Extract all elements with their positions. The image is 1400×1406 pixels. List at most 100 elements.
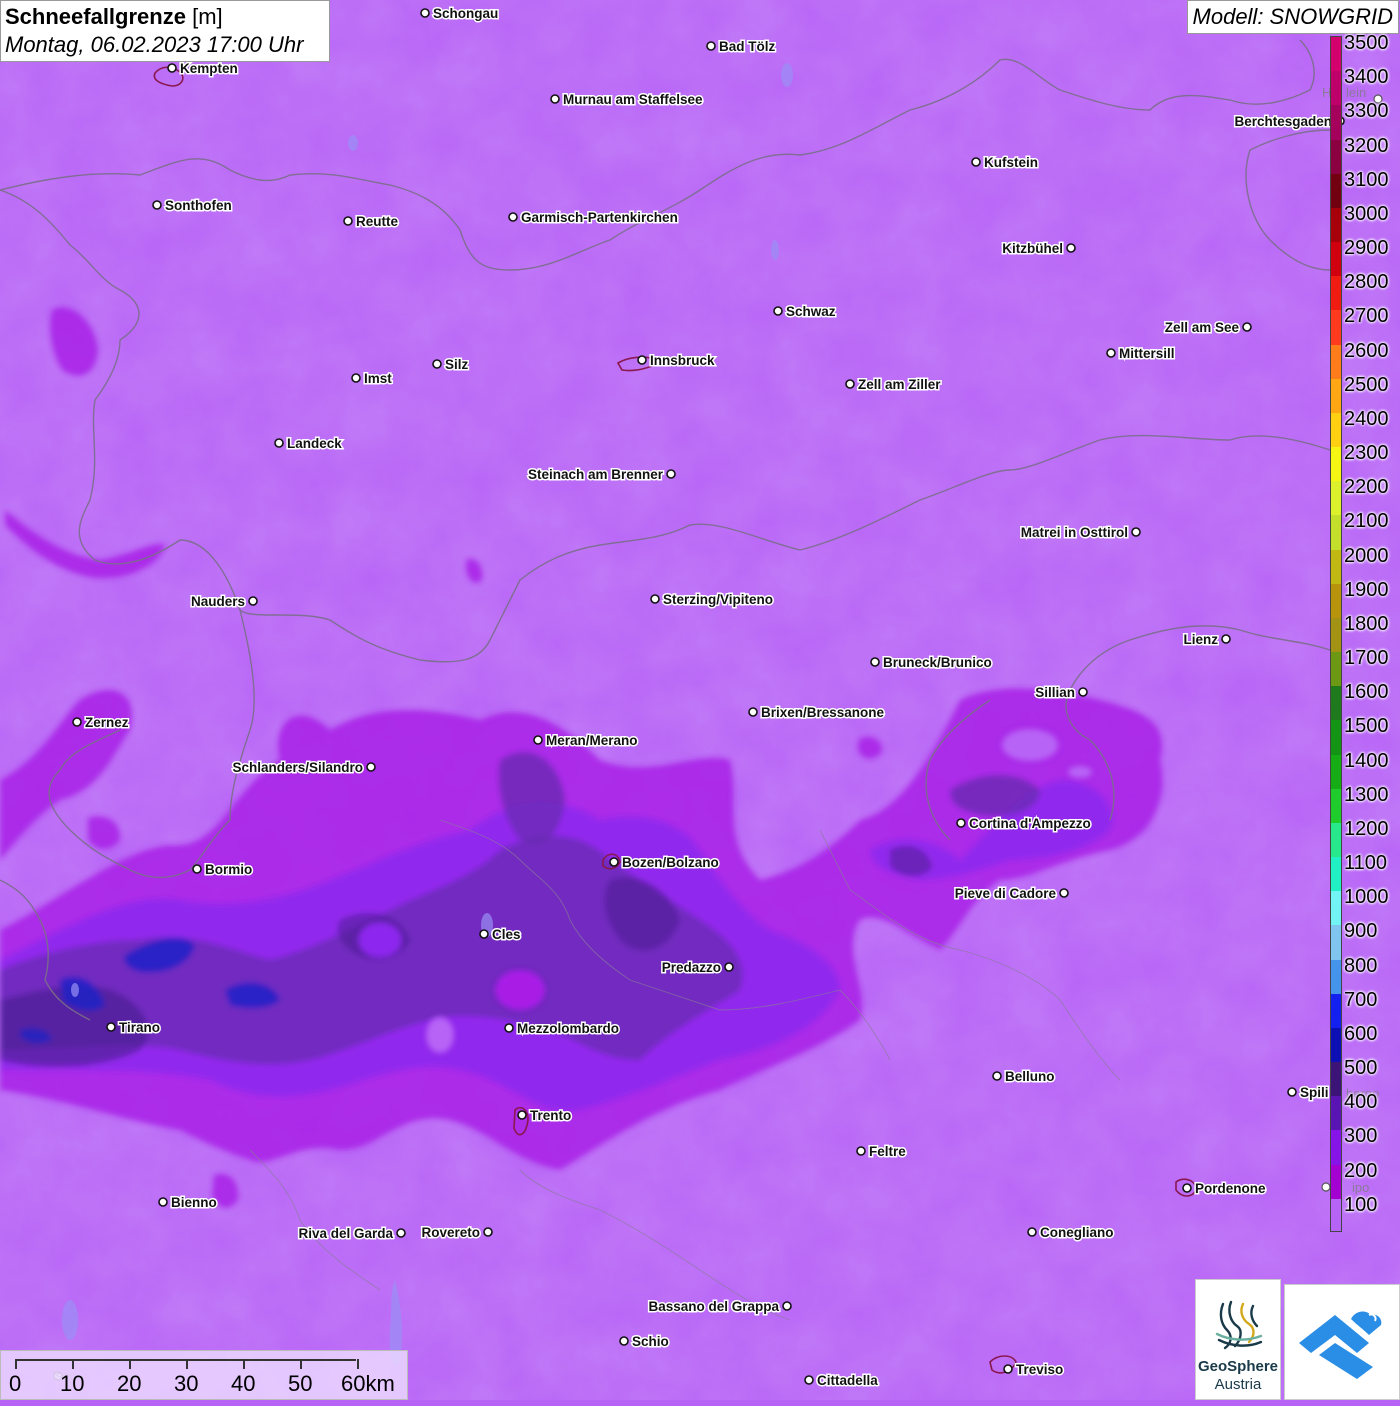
legend-swatch-1400 <box>1331 754 1341 790</box>
city-label: Kitzbühel <box>1002 241 1063 256</box>
city-marker[interactable]: Meran/Merano <box>533 732 639 750</box>
city-dot <box>956 818 966 828</box>
legend-swatch-500 <box>1331 1062 1341 1097</box>
legend-swatch-600 <box>1331 1027 1341 1063</box>
legend-label-2700: 2700 <box>1344 305 1389 328</box>
city-marker[interactable]: Pieve di Cadore <box>953 885 1069 903</box>
city-dot <box>152 200 162 210</box>
legend-label-600: 600 <box>1344 1022 1378 1045</box>
city-dot <box>1221 634 1231 644</box>
scale-tick <box>15 1359 17 1369</box>
city-marker[interactable]: Riva del Garda <box>297 1225 406 1243</box>
city-marker[interactable]: Garmisch-Partenkirchen <box>508 209 679 227</box>
scale-label-20: 20 <box>117 1371 142 1396</box>
city-label: Mezzolombardo <box>517 1021 619 1036</box>
city-marker[interactable]: Schlanders/Silandro <box>231 759 376 777</box>
scale-label-0: 0 <box>9 1371 22 1396</box>
legend-swatch-3300 <box>1331 105 1341 140</box>
geosphere-logo[interactable]: GeoSphere Austria <box>1195 1279 1281 1400</box>
legend-swatch-900 <box>1331 925 1341 961</box>
city-label: Landeck <box>287 436 342 451</box>
city-marker[interactable]: Berchtesgaden <box>1233 113 1345 131</box>
city-label: Zell am See <box>1165 320 1240 335</box>
legend-swatch-1600 <box>1331 686 1341 721</box>
city-marker[interactable]: Pordenone <box>1182 1180 1267 1198</box>
city-label: Bad Tölz <box>719 39 775 54</box>
city-marker[interactable]: Steinach am Brenner <box>526 466 676 484</box>
city-dot <box>1078 687 1088 697</box>
city-dot <box>1059 888 1069 898</box>
city-label: Predazzo <box>662 960 721 975</box>
city-marker[interactable]: Murnau am Staffelsee <box>550 91 705 109</box>
city-label: Riva del Garda <box>298 1226 393 1241</box>
city-dot <box>167 63 177 73</box>
city-dot-faint <box>1321 1182 1331 1192</box>
legend-swatch-3200 <box>1331 139 1341 175</box>
legend-swatch-2600 <box>1331 344 1341 380</box>
city-label: Berchtesgaden <box>1234 114 1332 129</box>
legend-label-1500: 1500 <box>1344 715 1389 738</box>
city-dot <box>992 1071 1002 1081</box>
city-marker[interactable]: Bassano del Grappa <box>647 1298 792 1316</box>
city-marker[interactable]: Innsbruck <box>637 352 717 370</box>
geosphere-logo-line2: Austria <box>1214 1376 1262 1393</box>
city-dot <box>845 379 855 389</box>
legend-label-900: 900 <box>1344 920 1378 943</box>
city-label: Pordenone <box>1195 1181 1266 1196</box>
city-label: Cittadella <box>817 1373 878 1388</box>
city-marker[interactable]: Zell am Ziller <box>845 376 943 394</box>
city-label: Cortina d'Ampezzo <box>969 816 1091 831</box>
legend-swatch-100 <box>1331 1198 1341 1231</box>
city-marker[interactable]: Bruneck/Brunico <box>870 654 993 672</box>
legend-label-300: 300 <box>1344 1125 1378 1148</box>
city-label: Sterzing/Vipiteno <box>663 592 773 607</box>
snowgrid-logo[interactable] <box>1284 1284 1400 1400</box>
legend-swatch-3100 <box>1331 173 1341 209</box>
city-dot <box>637 355 647 365</box>
city-label: Spili <box>1300 1085 1329 1100</box>
map-title-unit: [m] <box>192 4 223 29</box>
city-label: Murnau am Staffelsee <box>563 92 703 107</box>
legend-label-2400: 2400 <box>1344 407 1389 430</box>
legend-label-500: 500 <box>1344 1057 1378 1080</box>
legend-label-2500: 2500 <box>1344 373 1389 396</box>
city-marker[interactable]: Brixen/Bressanone <box>748 704 886 722</box>
legend-swatch-700 <box>1331 993 1341 1029</box>
city-dot <box>1027 1227 1037 1237</box>
map-datetime: Montag, 06.02.2023 17:00 Uhr <box>5 32 304 57</box>
city-label: Bormio <box>205 862 252 877</box>
city-marker[interactable]: Sonthofen <box>152 197 233 215</box>
city-marker[interactable]: Sterzing/Vipiteno <box>650 591 775 609</box>
legend-swatch-3000 <box>1331 207 1341 243</box>
city-marker[interactable]: Matrei in Osttirol <box>1019 524 1141 542</box>
city-marker[interactable]: Cortina d'Ampezzo <box>956 815 1092 833</box>
city-label: Schongau <box>433 6 498 21</box>
city-label: Rovereto <box>421 1225 480 1240</box>
city-dot <box>971 157 981 167</box>
legend-label-1300: 1300 <box>1344 783 1389 806</box>
model-label: Modell: SNOWGRID <box>1186 0 1399 34</box>
city-label: Mittersill <box>1119 346 1175 361</box>
city-marker[interactable]: Conegliano <box>1027 1224 1115 1242</box>
legend-swatch-1700 <box>1331 652 1341 687</box>
city-label: Imst <box>364 371 392 386</box>
legend-label-3400: 3400 <box>1344 66 1389 89</box>
city-label: Tirano <box>119 1020 160 1035</box>
city-dot <box>508 212 518 222</box>
city-label: Nauders <box>191 594 245 609</box>
city-dot <box>550 94 560 104</box>
city-dot <box>351 373 361 383</box>
city-label: Silz <box>445 357 469 372</box>
map-title: Schneefallgrenze [m] <box>5 3 325 31</box>
city-label: Garmisch-Partenkirchen <box>521 210 678 225</box>
map-canvas[interactable]: Schongau Bad Tölz Kempten Murnau am Staffel… <box>0 0 1400 1400</box>
legend-label-1200: 1200 <box>1344 817 1389 840</box>
map-title-main: Schneefallgrenze <box>5 4 186 29</box>
city-marker[interactable]: Schongau <box>420 5 500 23</box>
city-marker[interactable]: Zell am See <box>1163 319 1252 337</box>
city-label: Sonthofen <box>165 198 232 213</box>
scale-tick <box>300 1359 302 1369</box>
legend-swatch-2200 <box>1331 481 1341 516</box>
city-marker[interactable]: Bozen/Bolzano <box>609 854 720 872</box>
city-marker[interactable]: Mezzolombardo <box>504 1020 621 1038</box>
